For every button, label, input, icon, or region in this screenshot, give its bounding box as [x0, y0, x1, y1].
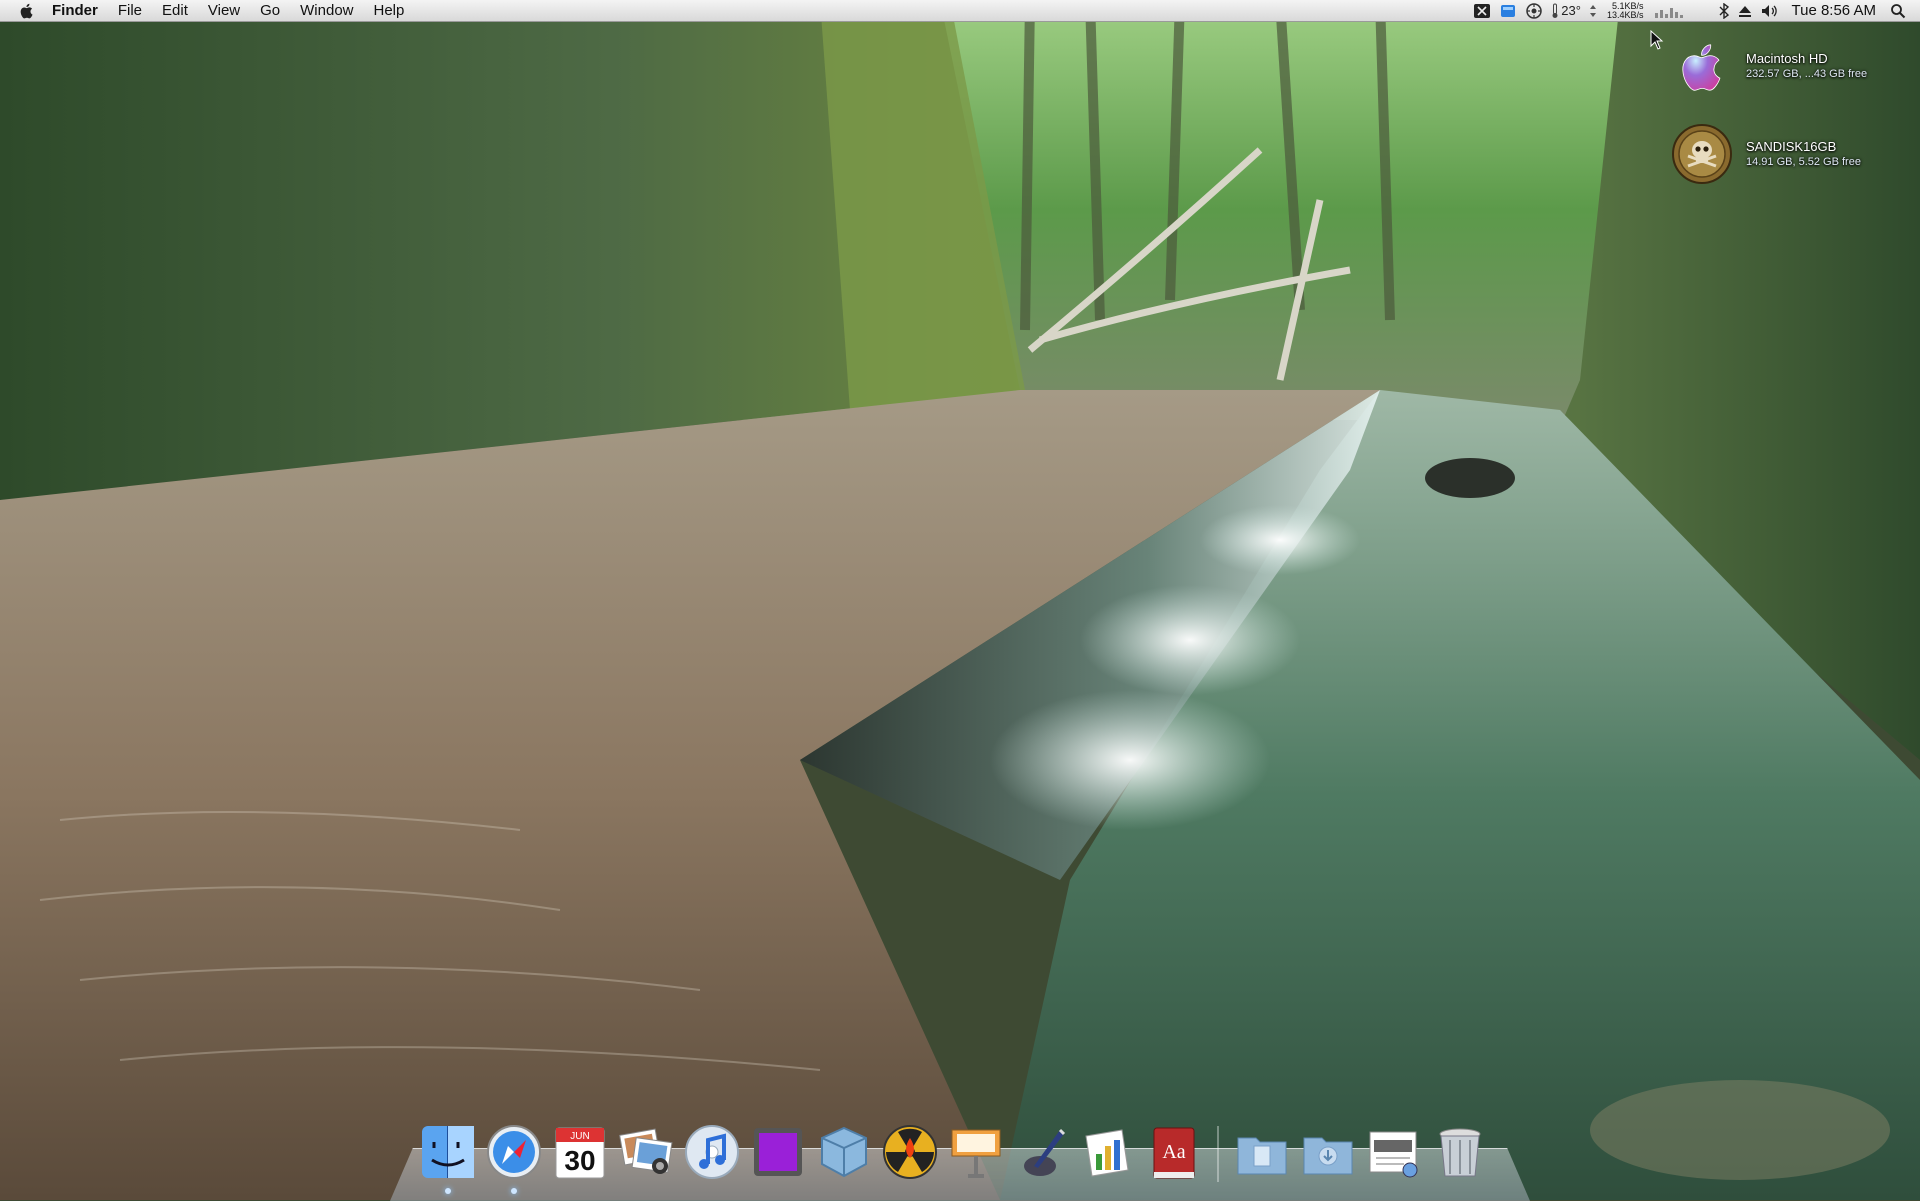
menu-help[interactable]: Help — [364, 0, 415, 22]
dock-app-itunes[interactable] — [682, 1122, 742, 1186]
mouse-cursor-icon — [1650, 29, 1664, 55]
preview-window-icon — [1369, 1131, 1418, 1178]
virtualbox-cube-icon — [821, 1126, 867, 1178]
menu-file[interactable]: File — [108, 0, 152, 22]
calendar-day: 30 — [564, 1145, 595, 1176]
dictionary-icon: Aa — [1153, 1127, 1195, 1179]
pen-nib-icon — [1024, 1128, 1066, 1176]
itunes-icon — [685, 1125, 739, 1179]
menu-clock[interactable]: Tue 8:56 AM — [1792, 2, 1877, 19]
volume-name: Macintosh HD — [1746, 50, 1828, 66]
dock-app-mail[interactable] — [1012, 1122, 1072, 1186]
calendar-icon: JUN 30 — [555, 1127, 605, 1179]
running-indicator — [511, 1188, 517, 1194]
network-monitor-icon[interactable] — [1654, 0, 1688, 22]
desktop-volume-sandisk[interactable]: SANDISK16GB 14.91 GB, 5.52 GB free — [1670, 122, 1861, 186]
network-monitor[interactable]: 5.1KB/s 13.4KB/s — [1606, 1, 1644, 20]
dock-app-dictionary[interactable]: Aa — [1144, 1122, 1204, 1186]
spotlight-icon[interactable] — [1890, 0, 1906, 22]
temperature-readout[interactable]: 23° — [1551, 0, 1581, 22]
app-menu-finder[interactable]: Finder — [48, 0, 108, 22]
dock-app-keynote[interactable] — [946, 1122, 1006, 1186]
dock-app-burn[interactable] — [880, 1122, 940, 1186]
trash-icon — [1439, 1128, 1481, 1177]
documents-folder-icon — [1237, 1137, 1287, 1175]
dock-app-virtualbox[interactable] — [814, 1122, 874, 1186]
menu-edit[interactable]: Edit — [152, 0, 198, 22]
menu-go[interactable]: Go — [250, 0, 290, 22]
volume-info: 14.91 GB, 5.52 GB free — [1746, 155, 1861, 168]
iphoto-icon — [619, 1128, 673, 1174]
menu-window[interactable]: Window — [290, 0, 363, 22]
menu-extras: 23° 5.1KB/s 13.4KB/s Tue 8:56 AM — [1469, 0, 1920, 22]
dock: JUN 30 Aa — [415, 1110, 1493, 1194]
net-download-rate: 13.4KB/s — [1606, 9, 1644, 20]
dock-stack-documents[interactable] — [1232, 1122, 1292, 1186]
volume-name: SANDISK16GB — [1746, 138, 1837, 154]
purple-square-icon — [754, 1128, 802, 1176]
dock-stack-trash[interactable] — [1430, 1122, 1490, 1186]
volume-info: 232.57 GB, ...43 GB free — [1746, 67, 1868, 80]
finder-icon — [422, 1126, 474, 1178]
dictionary-label: Aa — [1162, 1141, 1185, 1163]
dock-app-finder[interactable] — [418, 1122, 478, 1194]
dock-app-ical[interactable]: JUN 30 — [550, 1122, 610, 1186]
keynote-podium-icon — [951, 1129, 1001, 1178]
dock-app-front-row[interactable] — [748, 1122, 808, 1186]
menu-bar: Finder File Edit View Go Window Help 23°… — [0, 0, 1920, 22]
bluetooth-icon[interactable] — [1718, 0, 1730, 22]
usb-drive-skull-icon — [1670, 122, 1734, 186]
menu-extra-sensor-icon[interactable] — [1525, 0, 1543, 22]
eject-icon[interactable] — [1738, 0, 1752, 22]
dock-separator — [1217, 1126, 1219, 1182]
dock-stack-downloads[interactable] — [1298, 1122, 1358, 1186]
menu-view[interactable]: View — [198, 0, 250, 22]
running-indicator — [445, 1188, 451, 1194]
apple-menu-icon[interactable] — [18, 2, 36, 20]
temperature-value: 23° — [1561, 3, 1581, 18]
burn-radiation-icon — [883, 1125, 937, 1179]
dock-app-iphoto[interactable] — [616, 1122, 676, 1186]
hard-drive-apple-icon — [1670, 34, 1734, 98]
menu-extra-app-icon[interactable] — [1473, 0, 1491, 22]
calendar-month: JUN — [570, 1131, 589, 1142]
chart-icon — [1085, 1129, 1129, 1177]
dock-stack-preview[interactable] — [1364, 1122, 1424, 1186]
safari-icon — [487, 1125, 541, 1179]
desktop-wallpaper — [0, 0, 1920, 1200]
volume-icon[interactable] — [1760, 0, 1780, 22]
dock-app-numbers[interactable] — [1078, 1122, 1138, 1186]
downloads-folder-icon — [1303, 1137, 1353, 1175]
dock-app-safari[interactable] — [484, 1122, 544, 1194]
stepper-arrows-icon[interactable] — [1589, 0, 1597, 22]
menu-extra-window-icon[interactable] — [1499, 0, 1517, 22]
desktop-volume-macintosh-hd[interactable]: Macintosh HD 232.57 GB, ...43 GB free — [1670, 34, 1867, 98]
